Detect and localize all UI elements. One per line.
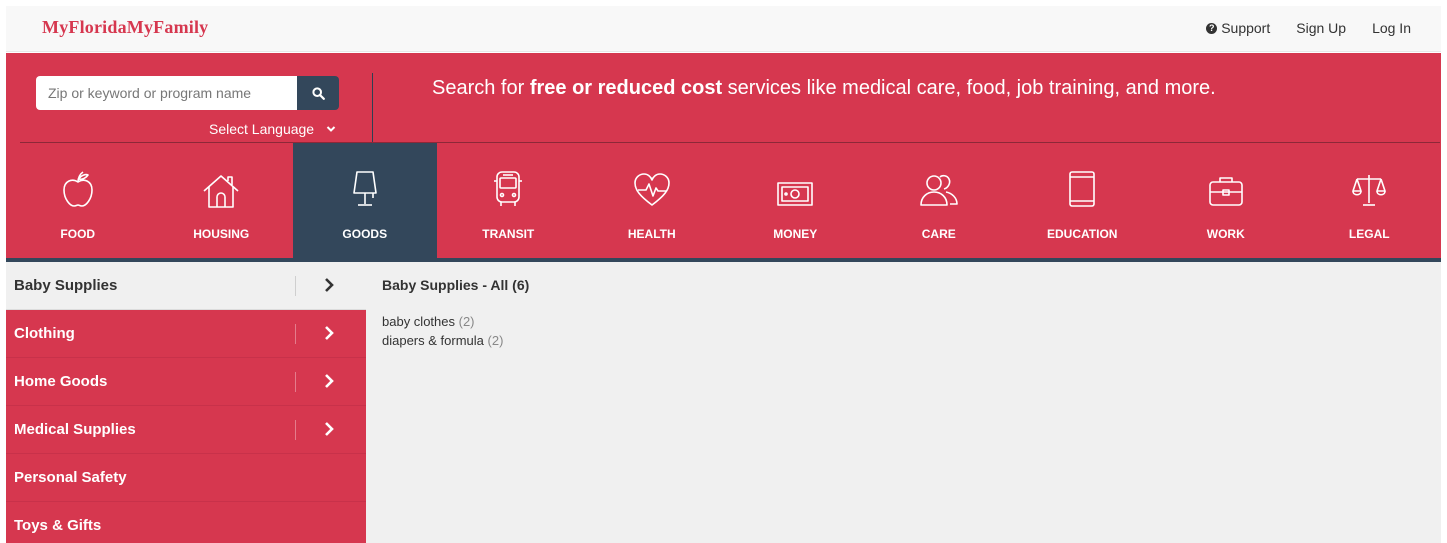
tagline-start: Search for [432,77,530,99]
sidebar-item-label: Toys & Gifts [14,517,102,534]
search-icon [311,86,325,100]
sidebar-item-label: Baby Supplies [14,277,118,294]
sidebar-item-personal-safety[interactable]: Personal Safety [6,454,366,502]
list-item-count: (2) [487,333,504,348]
results-title: Baby Supplies - All (6) [382,277,530,293]
results-panel: Baby Supplies - All (6) baby clothes (2)… [366,262,1441,543]
sidebar-item-separator [295,276,296,296]
tagline-emphasis: free or reduced cost [529,77,723,99]
category-label: WORK [1206,227,1245,241]
language-label: Select Language [209,121,315,137]
lamp-icon [352,171,377,206]
sidebar-item-baby-supplies[interactable]: Baby Supplies [6,262,366,310]
sidebar-item-separator [295,420,296,440]
category-label: HEALTH [627,227,676,241]
list-item[interactable]: diapers & formula (2) [382,332,503,351]
category-health[interactable]: HEALTH [580,143,724,261]
people-icon [919,174,958,206]
sidebar-item-label: Medical Supplies [14,421,136,438]
category-legal[interactable]: LEGAL [1298,143,1442,261]
category-work[interactable]: WORK [1154,143,1298,261]
book-icon [1069,171,1096,207]
category-label: EDUCATION [1047,227,1118,241]
apple-icon [62,171,93,207]
sidebar-item-label: Personal Safety [14,469,127,486]
subcategory-sidebar: Baby Supplies Clothing Home Goods Medica… [6,262,366,543]
sidebar-item-medical-supplies[interactable]: Medical Supplies [6,406,366,454]
category-food[interactable]: FOOD [6,143,150,261]
top-nav-links: ? Support Sign Up Log In [1180,20,1411,36]
chevron-down-icon [326,126,336,132]
log-in-link[interactable]: Log In [1372,20,1411,36]
support-label: Support [1221,20,1271,36]
sidebar-item-home-goods[interactable]: Home Goods [6,358,366,406]
briefcase-icon [1208,177,1243,206]
support-link[interactable]: ? Support [1206,20,1270,36]
language-select[interactable]: Select Language [209,121,336,137]
chevron-right-icon[interactable] [324,325,334,341]
scales-icon [1352,175,1387,206]
bus-icon [494,171,523,206]
search-band: Select Language Search for free or reduc… [6,53,1441,261]
category-money[interactable]: MONEY [724,143,868,261]
house-icon [203,175,239,208]
search-input[interactable] [36,76,297,110]
sidebar-item-separator [295,324,296,344]
list-item[interactable]: baby clothes (2) [382,313,503,332]
top-navbar: MyFloridaMyFamily ? Support Sign Up Log … [6,6,1441,52]
money-icon [777,182,814,206]
category-label: CARE [921,227,956,241]
sidebar-item-label: Clothing [14,325,75,342]
sidebar-item-separator [295,372,296,392]
category-label: TRANSIT [482,227,535,241]
category-education[interactable]: EDUCATION [1011,143,1155,261]
category-housing[interactable]: HOUSING [150,143,294,261]
chevron-right-icon[interactable] [324,373,334,389]
question-circle-icon: ? [1206,22,1218,34]
tagline-end: services like medical care, food, job tr… [722,77,1216,99]
chevron-right-icon[interactable] [324,277,334,293]
sidebar-item-toys-gifts[interactable]: Toys & Gifts [6,502,366,543]
search-divider [372,73,373,145]
category-label: LEGAL [1348,227,1390,241]
tagline: Search for free or reduced cost services… [432,77,1216,100]
category-nav: FOOD HOUSING GOODS TRANSIT HEALTH MONEY … [6,143,1441,261]
category-goods[interactable]: GOODS [293,143,437,261]
results-list: baby clothes (2) diapers & formula (2) [382,313,503,351]
search-form [36,76,339,110]
list-item-count: (2) [458,314,475,329]
chevron-right-icon[interactable] [324,421,334,437]
category-label: MONEY [773,227,818,241]
category-label: GOODS [342,227,388,241]
sign-up-link[interactable]: Sign Up [1296,20,1346,36]
category-care[interactable]: CARE [867,143,1011,261]
site-logo[interactable]: MyFloridaMyFamily [42,17,208,38]
sidebar-item-clothing[interactable]: Clothing [6,310,366,358]
category-label: HOUSING [193,227,250,241]
category-label: FOOD [60,227,96,241]
category-transit[interactable]: TRANSIT [437,143,581,261]
sidebar-item-label: Home Goods [14,373,108,390]
list-item-label: diapers & formula [382,333,484,348]
heartbeat-icon [633,173,670,206]
list-item-label: baby clothes [382,314,455,329]
search-button[interactable] [297,76,339,110]
